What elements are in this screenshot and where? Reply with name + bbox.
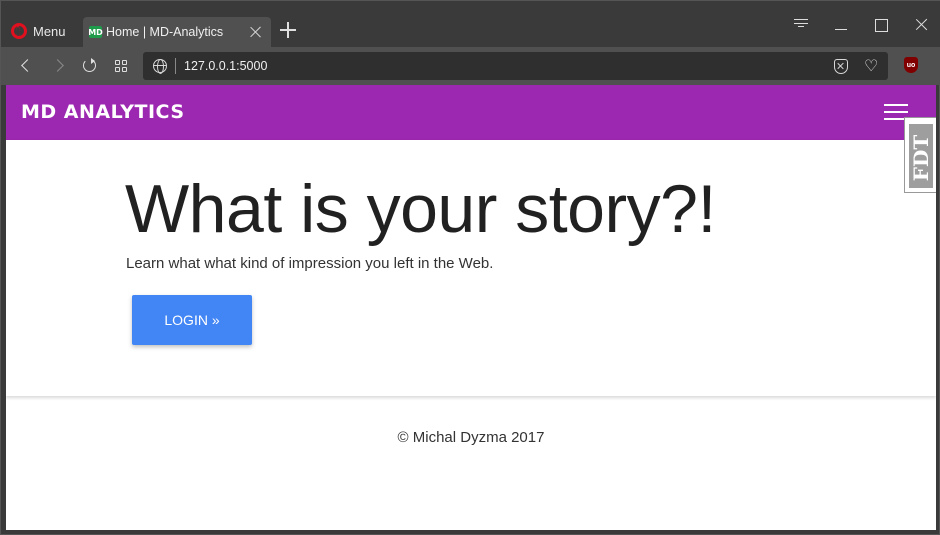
url-text[interactable]: 127.0.0.1:5000 [184,59,834,73]
site-navbar: MD ANALYTICS [6,85,936,140]
hero-headline: What is your story?! [125,171,716,247]
site-brand[interactable]: MD ANALYTICS [21,101,185,123]
page-viewport: MD ANALYTICS What is your story?! Learn … [6,85,936,530]
bookmark-heart-icon[interactable]: ♡ [864,58,880,74]
back-icon[interactable] [17,57,35,75]
login-button[interactable]: LOGIN » [132,295,252,345]
menu-label: Menu [33,23,66,39]
address-bar[interactable]: 127.0.0.1:5000 ♡ [143,52,888,80]
tab-home[interactable]: MD Home | MD-Analytics [83,17,271,47]
browser-window: Menu MD Home | MD-Analytics 127.0.0.1:50… [0,0,940,535]
address-toolbar: 127.0.0.1:5000 ♡ uo [1,47,940,85]
fdt-badge-background: FDT [909,124,933,188]
url-divider [175,58,176,74]
tab-menu-icon[interactable] [781,11,821,37]
minimize-icon[interactable] [821,11,861,37]
footer-copyright: © Michal Dyzma 2017 [397,429,545,446]
forward-icon[interactable] [51,57,69,75]
opera-logo-icon [11,23,27,39]
adblock-shield-icon[interactable] [834,58,848,74]
fdt-badge-text: FDT [909,134,933,182]
hero-lead: Learn what what kind of impression you l… [126,255,494,272]
fdt-badge[interactable]: FDT [904,117,936,193]
speed-dial-icon[interactable] [112,57,130,75]
ublock-extension-icon[interactable]: uo [904,57,918,73]
close-tab-icon[interactable] [249,25,263,39]
reload-icon[interactable] [81,57,99,75]
globe-icon [153,59,167,74]
site-favicon-icon: MD [88,26,103,38]
close-window-icon[interactable] [901,11,940,37]
tab-title: Home | MD-Analytics [106,25,224,39]
opera-menu-button[interactable]: Menu [11,18,66,44]
maximize-icon[interactable] [861,11,901,37]
new-tab-icon[interactable] [280,22,296,38]
window-controls [781,11,940,37]
tab-bar: Menu MD Home | MD-Analytics [1,1,940,47]
hero-section: What is your story?! Learn what what kin… [6,140,936,396]
